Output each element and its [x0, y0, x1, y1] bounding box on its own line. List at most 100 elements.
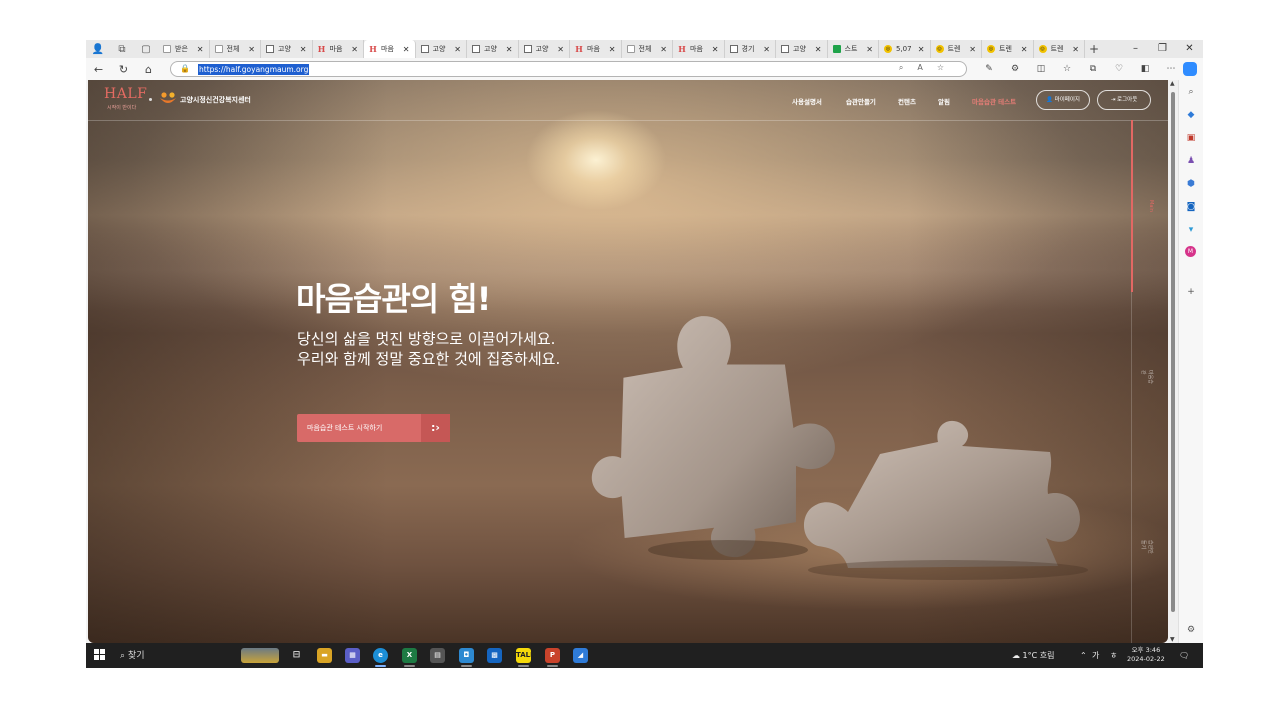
- read-aloud-icon[interactable]: A: [917, 63, 936, 72]
- games-icon[interactable]: ♟: [1184, 154, 1198, 168]
- browser-tab[interactable]: 고양 ✕: [776, 40, 828, 58]
- page-scrollbar[interactable]: ▲ ▼: [1168, 80, 1178, 643]
- zoom-icon[interactable]: ⌕: [899, 63, 917, 72]
- browser-essentials-icon[interactable]: ◧: [1132, 64, 1158, 74]
- store-icon[interactable]: ◘: [459, 648, 474, 663]
- close-tab-icon[interactable]: ✕: [918, 45, 925, 54]
- browser-tab[interactable]: 전체 ✕: [210, 40, 261, 58]
- home-icon[interactable]: ⌂: [136, 63, 161, 76]
- browser-tab[interactable]: 고양 ✕: [261, 40, 313, 58]
- close-window-icon[interactable]: ✕: [1176, 40, 1203, 58]
- task-view-icon[interactable]: ⊟: [289, 648, 304, 663]
- logout-button[interactable]: ⇥ 로그아웃: [1097, 90, 1151, 110]
- tools-icon[interactable]: ▣: [1184, 131, 1198, 145]
- workspaces-icon[interactable]: ⧉: [110, 40, 134, 58]
- section-indicator-habit-making[interactable]: 습관만들기: [1140, 540, 1154, 554]
- close-tab-icon[interactable]: ✕: [1021, 45, 1028, 54]
- close-tab-icon[interactable]: ✕: [609, 45, 616, 54]
- nav-notice[interactable]: 알림: [938, 96, 950, 106]
- browser-tab[interactable]: ◎ 5,07 ✕: [879, 40, 931, 58]
- browser-tab[interactable]: H 마음 ✕: [570, 40, 622, 58]
- close-tab-icon[interactable]: ✕: [506, 45, 513, 54]
- profile-icon[interactable]: 👤: [86, 40, 110, 58]
- clock[interactable]: 오후 3:46 2024-02-22: [1127, 646, 1165, 664]
- weather-widget[interactable]: ☁ 1°C 흐림: [1012, 643, 1055, 668]
- copilot-icon[interactable]: [1183, 62, 1197, 76]
- taskbar-search[interactable]: ⌕ 찾기: [120, 648, 144, 661]
- search-highlight-image[interactable]: [241, 648, 279, 663]
- restore-icon[interactable]: ❐: [1149, 40, 1176, 58]
- close-tab-icon[interactable]: ✕: [1072, 45, 1079, 54]
- favorite-star-icon[interactable]: ☆: [937, 63, 958, 72]
- paint-icon[interactable]: ◢: [573, 648, 588, 663]
- scrollbar-thumb[interactable]: [1171, 92, 1175, 612]
- close-tab-icon[interactable]: ✕: [557, 45, 564, 54]
- close-tab-icon[interactable]: ✕: [660, 45, 667, 54]
- more-menu-icon[interactable]: ⋯: [1158, 64, 1184, 74]
- notification-icon[interactable]: 🗨: [1179, 643, 1189, 668]
- lock-icon[interactable]: 🔒: [180, 64, 190, 73]
- close-tab-icon[interactable]: ✕: [197, 45, 204, 54]
- browser-tab[interactable]: 받은 ✕: [158, 40, 210, 58]
- browser-tab[interactable]: H 마음 ✕: [364, 40, 416, 58]
- browser-tab[interactable]: 고양 ✕: [467, 40, 519, 58]
- m-app-icon[interactable]: M: [1185, 246, 1196, 257]
- nav-contents[interactable]: 컨텐츠: [898, 96, 916, 106]
- browser-tab[interactable]: 고양 ✕: [416, 40, 467, 58]
- url-text[interactable]: https://half.goyangmaum.org: [198, 64, 310, 75]
- nav-mind-habit-test[interactable]: 마음습관 테스트: [972, 96, 1016, 106]
- browser-tab[interactable]: H 마음 ✕: [313, 40, 364, 58]
- section-indicator-mind-habit[interactable]: 마음습관: [1140, 370, 1154, 384]
- shopping-tag-icon[interactable]: ◆: [1184, 108, 1198, 122]
- add-sidebar-app-icon[interactable]: +: [1184, 285, 1198, 299]
- sidebar-settings-icon[interactable]: ⚙: [1184, 623, 1198, 637]
- edge-icon[interactable]: e: [373, 648, 388, 663]
- mypage-button[interactable]: 👤 마이페이지: [1036, 90, 1090, 110]
- browser-tab[interactable]: ◎ 트렌 ✕: [982, 40, 1034, 58]
- close-tab-icon[interactable]: ✕: [712, 45, 719, 54]
- browser-tab[interactable]: ◎ 트렌 ✕: [931, 40, 982, 58]
- new-tab-button[interactable]: +: [1085, 42, 1103, 56]
- close-tab-icon[interactable]: ✕: [300, 45, 307, 54]
- close-tab-icon[interactable]: ✕: [763, 45, 770, 54]
- close-tab-icon[interactable]: ✕: [969, 45, 976, 54]
- extensions-icon[interactable]: ⚙: [1002, 64, 1028, 74]
- refresh-icon[interactable]: ↻: [111, 63, 136, 76]
- show-hidden-icons[interactable]: ⌃: [1080, 643, 1087, 668]
- favorites-icon[interactable]: ☆: [1054, 64, 1080, 74]
- browser-tab[interactable]: ◎ 트렌 ✕: [1034, 40, 1085, 58]
- file-explorer-icon[interactable]: ▬: [317, 648, 332, 663]
- split-screen-icon[interactable]: ◫: [1028, 64, 1054, 74]
- browser-tab[interactable]: 경기 ✕: [725, 40, 776, 58]
- windows-start-icon[interactable]: [94, 649, 105, 660]
- keyboard-icon[interactable]: ㅎ: [1110, 643, 1117, 668]
- close-tab-icon[interactable]: ✕: [351, 45, 358, 54]
- kakaotalk-icon[interactable]: TALK: [516, 648, 536, 663]
- ime-indicator[interactable]: 가: [1092, 643, 1099, 668]
- scroll-down-icon[interactable]: ▼: [1170, 636, 1175, 643]
- pen-icon[interactable]: ✎: [976, 64, 1002, 74]
- photos-icon[interactable]: ▩: [487, 648, 502, 663]
- collections-icon[interactable]: ⧉: [1080, 64, 1106, 74]
- tab-actions-icon[interactable]: ▢: [134, 40, 158, 58]
- browser-tab[interactable]: H 마음 ✕: [673, 40, 725, 58]
- close-tab-icon[interactable]: ✕: [815, 45, 822, 54]
- nav-manual[interactable]: 사용설명서: [792, 96, 822, 106]
- section-indicator-main[interactable]: Main: [1148, 200, 1154, 212]
- nav-habit-making[interactable]: 습관만들기: [846, 96, 876, 106]
- outlook-icon[interactable]: ◙: [1184, 200, 1198, 214]
- powerpoint-icon[interactable]: P: [545, 648, 560, 663]
- half-logo[interactable]: HALF: [104, 86, 147, 102]
- close-tab-icon[interactable]: ✕: [248, 45, 255, 54]
- teams-icon[interactable]: ▦: [345, 648, 360, 663]
- address-bar[interactable]: 🔒 https://half.goyangmaum.org ⌕A☆: [170, 61, 967, 77]
- close-tab-icon[interactable]: ✕: [454, 45, 461, 54]
- scroll-up-icon[interactable]: ▲: [1170, 80, 1175, 87]
- minimize-icon[interactable]: –: [1122, 40, 1149, 58]
- drop-icon[interactable]: ▾: [1184, 223, 1198, 237]
- microsoft365-icon[interactable]: ⬢: [1184, 177, 1198, 191]
- center-logo-icon[interactable]: [159, 91, 177, 105]
- browser-tab[interactable]: 스트 ✕: [828, 40, 879, 58]
- browser-tab[interactable]: 고양 ✕: [519, 40, 570, 58]
- start-test-button[interactable]: 마음습관 테스트 시작하기 :›: [297, 414, 450, 442]
